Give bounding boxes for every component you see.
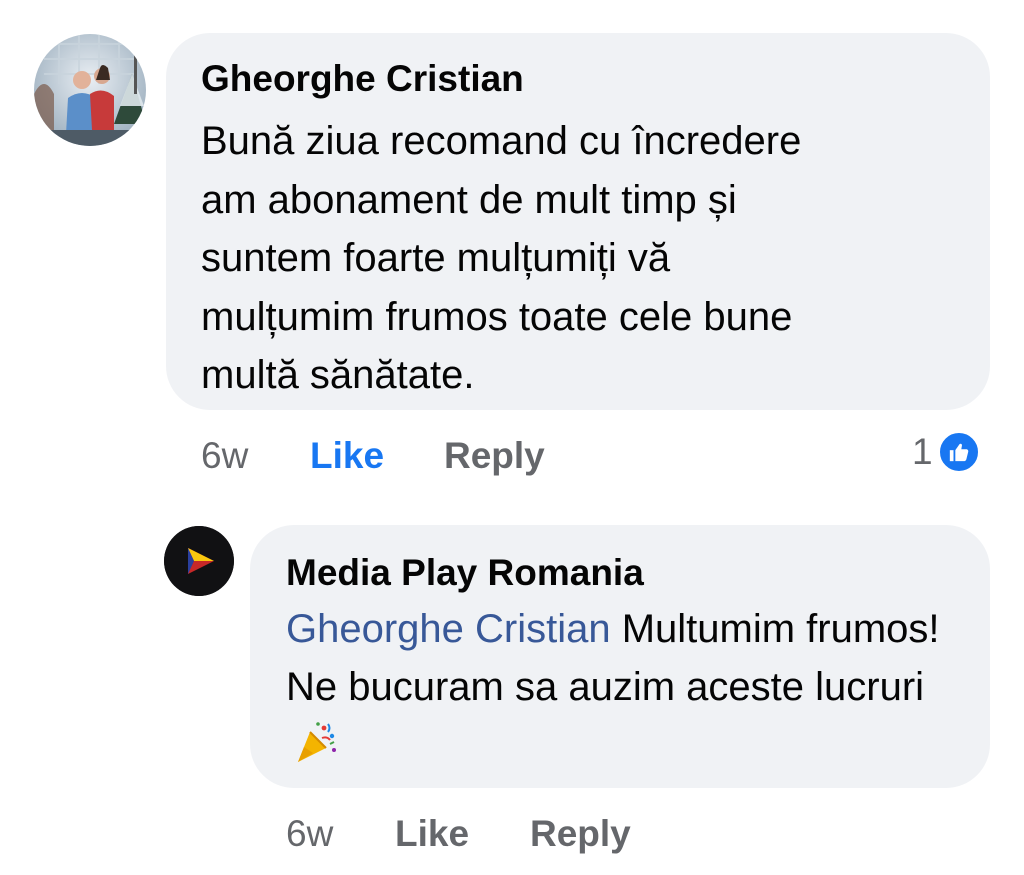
comment-thread: Gheorghe Cristian Bună ziua recomand cu …: [0, 0, 1024, 875]
reply-button[interactable]: Reply: [530, 812, 631, 856]
avatar[interactable]: [164, 526, 234, 596]
comment-timestamp[interactable]: 6w: [201, 434, 248, 478]
reaction-count: 1: [912, 431, 933, 472]
avatar[interactable]: [34, 34, 146, 146]
play-logo-icon: [164, 526, 234, 596]
comment-author-name[interactable]: Gheorghe Cristian: [201, 56, 524, 102]
reply-button[interactable]: Reply: [444, 434, 545, 478]
user-photo-avatar-icon: [34, 34, 146, 146]
reply-author-name[interactable]: Media Play Romania: [286, 550, 644, 596]
thumbs-up-icon: [936, 430, 981, 474]
reaction-summary[interactable]: 1: [912, 427, 981, 477]
like-button[interactable]: Like: [310, 434, 384, 478]
mention-link[interactable]: Gheorghe Cristian: [286, 607, 611, 651]
like-button[interactable]: Like: [395, 812, 469, 856]
party-popper-icon: [294, 720, 338, 780]
reply-text: Gheorghe Cristian Multumim frumos! Ne bu…: [286, 600, 966, 780]
comment-text: Bună ziua recomand cu încredere am abona…: [201, 119, 802, 397]
reply-timestamp[interactable]: 6w: [286, 812, 333, 856]
